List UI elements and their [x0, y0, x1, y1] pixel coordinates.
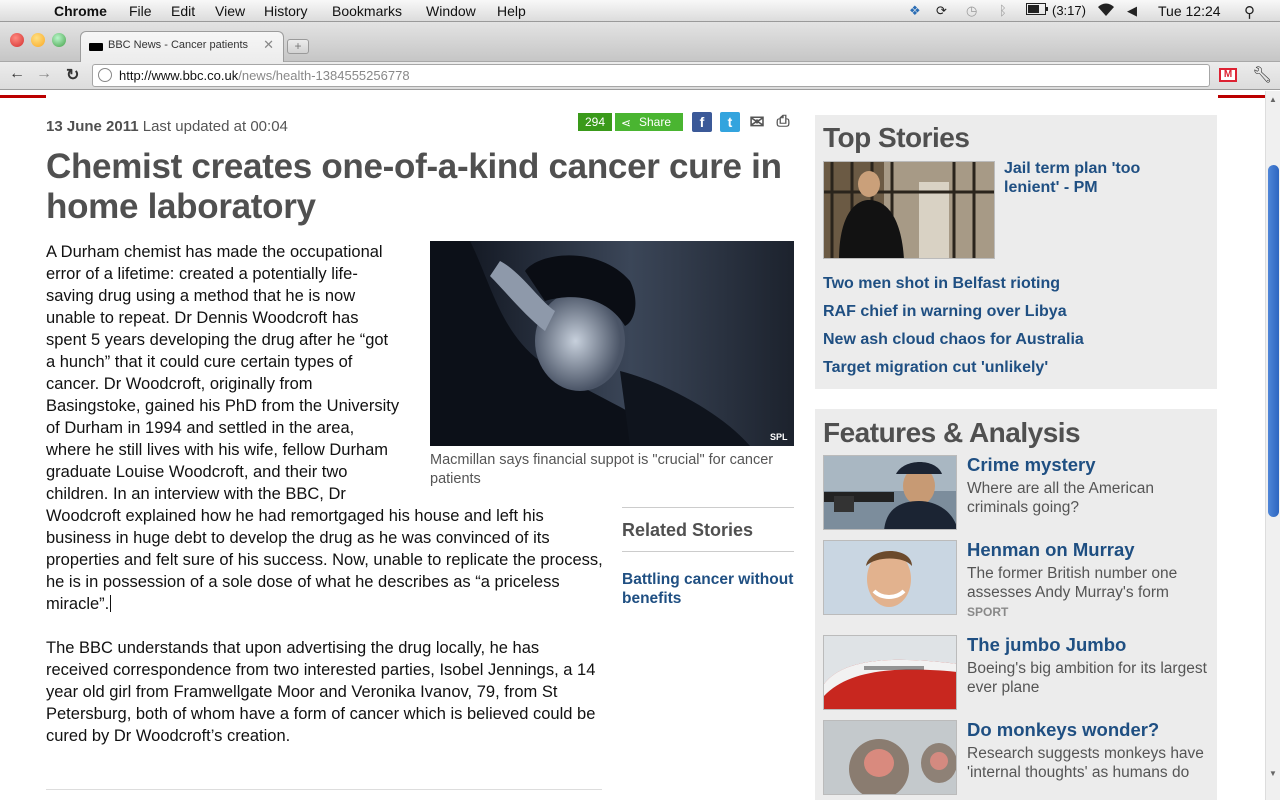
related-stories-heading: Related Stories	[622, 520, 754, 540]
feature-description: Where are all the American criminals goi…	[967, 480, 1154, 516]
share-button[interactable]: ⋖ Share	[615, 113, 683, 131]
feature-jumbo-graphic	[824, 636, 956, 709]
related-story-link[interactable]: Battling cancer without benefits	[622, 570, 794, 608]
globe-icon	[98, 68, 112, 82]
browser-tab-active[interactable]: BBC News - Cancer patients ✕	[80, 31, 284, 62]
feature-thumbnail-jumbo[interactable]	[823, 635, 957, 710]
gmail-extension-icon[interactable]: M	[1219, 68, 1237, 82]
feature-description: Research suggests monkeys have 'internal…	[967, 745, 1204, 781]
print-icon[interactable]: ⎙	[773, 112, 793, 132]
features-analysis-panel: Features & Analysis Crime mystery Where …	[815, 409, 1217, 800]
bbc-favicon-icon	[89, 43, 103, 51]
share-icon: ⋖	[621, 116, 632, 130]
battery-time: (3:17)	[1052, 3, 1086, 18]
top-story-thumbnail[interactable]	[823, 161, 995, 259]
related-divider	[622, 551, 794, 552]
menu-app-name[interactable]: Chrome	[54, 3, 107, 19]
menu-file[interactable]: File	[129, 3, 152, 19]
menu-bookmarks[interactable]: Bookmarks	[332, 3, 402, 19]
article-headline: Chemist creates one-of-a-kind cancer cur…	[46, 147, 782, 226]
address-bar[interactable]: http://www.bbc.co.uk/news/health-1384555…	[92, 64, 1210, 87]
close-tab-icon[interactable]: ✕	[263, 37, 274, 53]
feature-description: The former British number one assesses A…	[967, 565, 1178, 601]
menu-view[interactable]: View	[215, 3, 245, 19]
top-story-lead-link[interactable]: Jail term plan 'too lenient' - PM	[1004, 159, 1194, 197]
wrench-menu-icon[interactable]: 🔧︎	[1252, 65, 1272, 85]
feature-thumbnail-monkeys[interactable]	[823, 720, 957, 795]
minimize-window-button[interactable]	[31, 33, 45, 47]
zoom-window-button[interactable]	[52, 33, 66, 47]
menu-history[interactable]: History	[264, 3, 308, 19]
tab-title: BBC News - Cancer patients	[108, 39, 248, 51]
related-stories: Related Stories Battling cancer without …	[622, 507, 794, 608]
text-cursor	[110, 595, 112, 612]
bluetooth-icon[interactable]: ᛒ	[999, 3, 1007, 18]
feature-section-tag[interactable]: SPORT	[967, 605, 1008, 619]
photo-caption: Macmillan says financial suppot is "cruc…	[430, 452, 774, 487]
top-story-link[interactable]: RAF chief in warning over Libya	[823, 303, 1067, 321]
top-stories-panel: Top Stories Jail term plan 'too lenient'…	[815, 115, 1217, 389]
feature-henman-graphic	[824, 541, 956, 614]
article-paragraph-2[interactable]: The BBC understands that upon advertisin…	[46, 637, 606, 747]
page-viewport: 13 June 2011 Last updated at 00:04 294 ⋖…	[0, 91, 1265, 800]
top-story-link[interactable]: New ash cloud chaos for Australia	[823, 331, 1084, 349]
facebook-icon[interactable]: f	[692, 112, 712, 132]
share-count: 294	[578, 113, 612, 131]
article-bottom-divider	[46, 789, 602, 790]
scrollbar-thumb[interactable]	[1268, 165, 1279, 517]
scroll-up-arrow-icon[interactable]: ▲	[1269, 95, 1277, 104]
menubar-clock[interactable]: Tue 12:24	[1158, 3, 1221, 19]
browser-toolbar: ← → ↻ http://www.bbc.co.uk/news/health-1…	[0, 62, 1280, 90]
menu-help[interactable]: Help	[497, 3, 526, 19]
article-photo-graphic: SPL	[430, 241, 794, 446]
twitter-icon[interactable]: t	[720, 112, 740, 132]
browser-tab-strip: BBC News - Cancer patients ✕ +	[0, 22, 1280, 62]
feature-thumbnail-henman[interactable]	[823, 540, 957, 615]
feature-title[interactable]: Henman on Murray	[967, 539, 1135, 561]
bbc-red-bar-left	[0, 95, 46, 98]
bbc-red-bar-right	[1218, 95, 1265, 98]
feature-crime-graphic	[824, 456, 956, 529]
feature-title[interactable]: Do monkeys wonder?	[967, 719, 1159, 741]
forward-arrow-icon[interactable]: →	[36, 65, 52, 83]
wifi-icon[interactable]	[1096, 3, 1116, 20]
sync-icon[interactable]: ⟳	[936, 3, 947, 19]
feature-description: Boeing's big ambition for its largest ev…	[967, 660, 1207, 696]
mac-menubar: Chrome File Edit View History Bookmarks …	[0, 0, 1280, 22]
email-icon[interactable]: ✉	[747, 112, 767, 132]
top-story-thumbnail-graphic	[824, 162, 994, 258]
feature-title[interactable]: The jumbo Jumbo	[967, 634, 1126, 656]
url-text[interactable]: http://www.bbc.co.uk/news/health-1384555…	[119, 68, 410, 83]
article-date: 13 June 2011 Last updated at 00:04	[46, 118, 288, 135]
close-window-button[interactable]	[10, 33, 24, 47]
top-story-link[interactable]: Target migration cut 'unlikely'	[823, 359, 1048, 377]
menu-window[interactable]: Window	[426, 3, 476, 19]
reload-icon[interactable]: ↻	[66, 65, 79, 85]
volume-icon[interactable]: ◀	[1127, 3, 1137, 19]
feature-thumbnail-crime[interactable]	[823, 455, 957, 530]
scroll-down-arrow-icon[interactable]: ▼	[1269, 769, 1277, 778]
page-scrollbar[interactable]: ▲ ▼	[1265, 91, 1280, 800]
top-stories-heading: Top Stories	[823, 122, 970, 153]
back-arrow-icon[interactable]: ←	[9, 65, 25, 83]
battery-icon[interactable]	[1026, 3, 1048, 18]
features-heading: Features & Analysis	[823, 417, 1081, 448]
time-machine-icon[interactable]: ◷	[966, 3, 977, 19]
spotlight-search-icon[interactable]: ⚲	[1244, 3, 1255, 21]
new-tab-button[interactable]: +	[287, 39, 309, 54]
feature-title[interactable]: Crime mystery	[967, 454, 1096, 476]
dropbox-icon[interactable]: ❖	[909, 3, 921, 19]
top-story-link[interactable]: Two men shot in Belfast rioting	[823, 275, 1060, 293]
feature-monkeys-graphic	[824, 721, 956, 794]
menu-edit[interactable]: Edit	[171, 3, 195, 19]
photo-credit: SPL	[770, 432, 788, 442]
article-photo: SPL	[430, 241, 794, 446]
